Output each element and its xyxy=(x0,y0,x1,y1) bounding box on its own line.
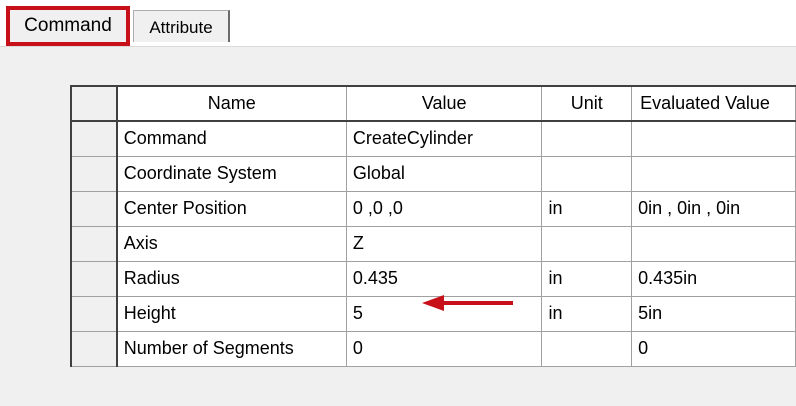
table-row[interactable]: Coordinate System Global xyxy=(70,155,796,192)
cell-evaluated xyxy=(631,225,796,262)
cell-evaluated: 0 xyxy=(631,330,796,367)
cell-evaluated: 0.435in xyxy=(631,260,796,297)
row-header[interactable] xyxy=(70,190,118,227)
cell-value[interactable]: 0.435 xyxy=(345,260,543,297)
cell-name: Center Position xyxy=(116,190,347,227)
cell-evaluated: 0in , 0in , 0in xyxy=(631,190,796,227)
cell-value[interactable]: Z xyxy=(345,225,543,262)
cell-unit[interactable]: in xyxy=(541,190,633,227)
panel-divider xyxy=(0,46,796,47)
cell-evaluated: 5in xyxy=(631,295,796,332)
cell-value[interactable]: 0 ,0 ,0 xyxy=(345,190,543,227)
cell-unit[interactable] xyxy=(541,155,633,192)
column-header-value[interactable]: Value xyxy=(345,85,543,122)
table-row[interactable]: Radius 0.435 in 0.435in xyxy=(70,260,796,297)
table-row[interactable]: Axis Z xyxy=(70,225,796,262)
cell-name: Coordinate System xyxy=(116,155,347,192)
cell-unit[interactable] xyxy=(541,330,633,367)
table-row[interactable]: Number of Segments 0 0 xyxy=(70,330,796,367)
row-header[interactable] xyxy=(70,155,118,192)
column-header-name[interactable]: Name xyxy=(116,85,347,122)
cell-name: Height xyxy=(116,295,347,332)
tab-strip: Command Attribute xyxy=(0,0,796,48)
row-header[interactable] xyxy=(70,295,118,332)
cell-unit[interactable] xyxy=(541,225,633,262)
cell-name: Radius xyxy=(116,260,347,297)
tab-attribute[interactable]: Attribute xyxy=(133,10,230,42)
cell-name: Axis xyxy=(116,225,347,262)
cell-value[interactable]: Global xyxy=(345,155,543,192)
cell-unit[interactable]: in xyxy=(541,295,633,332)
column-header-evaluated-value[interactable]: Evaluated Value xyxy=(631,85,796,122)
row-header[interactable] xyxy=(70,330,118,367)
row-header[interactable] xyxy=(70,225,118,262)
column-header-unit[interactable]: Unit xyxy=(541,85,633,122)
cell-value[interactable]: CreateCylinder xyxy=(345,120,543,157)
left-arrow-icon xyxy=(422,295,513,311)
tab-command[interactable]: Command xyxy=(6,6,130,46)
cell-name: Command xyxy=(116,120,347,157)
table-row[interactable]: Command CreateCylinder xyxy=(70,120,796,157)
row-header[interactable] xyxy=(70,120,118,157)
cell-unit[interactable] xyxy=(541,120,633,157)
properties-grid: Name Value Unit Evaluated Value Command … xyxy=(70,85,796,367)
cell-unit[interactable]: in xyxy=(541,260,633,297)
row-header[interactable] xyxy=(70,260,118,297)
cell-evaluated xyxy=(631,155,796,192)
cell-name: Number of Segments xyxy=(116,330,347,367)
corner-cell[interactable] xyxy=(70,85,118,122)
cell-value[interactable]: 0 xyxy=(345,330,543,367)
table-row[interactable]: Center Position 0 ,0 ,0 in 0in , 0in , 0… xyxy=(70,190,796,227)
header-row: Name Value Unit Evaluated Value xyxy=(70,85,796,122)
cell-evaluated xyxy=(631,120,796,157)
